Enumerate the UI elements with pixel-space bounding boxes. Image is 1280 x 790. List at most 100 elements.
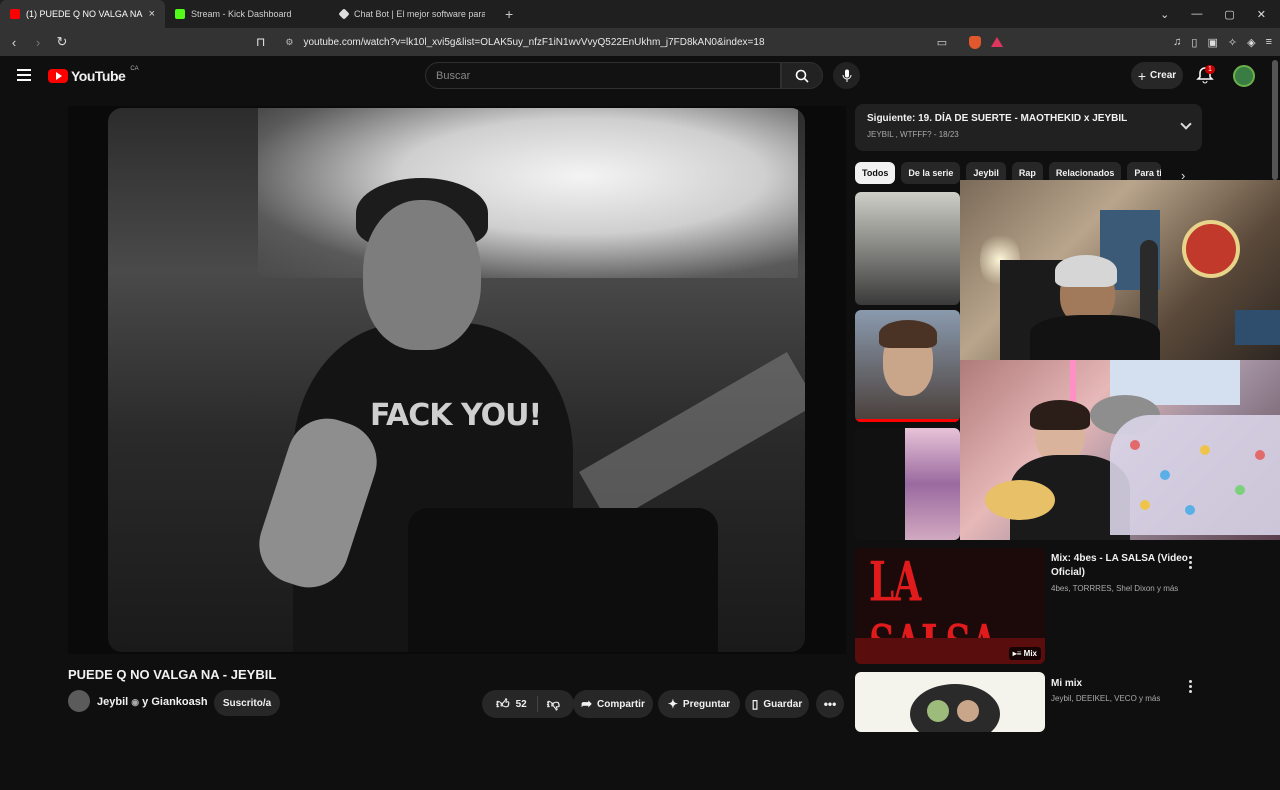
list-item[interactable]: LA SALSA ▸≡ Mix Mix: 4bes - LA SALSA (Vi… [855,548,1280,666]
leo-icon[interactable]: ✧ [1228,36,1237,49]
mix-thumbnail[interactable] [855,672,1045,732]
mix-badge: ▸≡ Mix [1008,647,1041,660]
video-title: PUEDE Q NO VALGA NA - JEYBIL [68,667,277,682]
search-placeholder: Buscar [436,69,471,82]
dot [1140,500,1150,510]
tab-kick-dashboard[interactable]: Stream - Kick Dashboard [165,0,330,28]
video-frame[interactable]: FACK YOU! [108,108,805,652]
address-bar[interactable]: ⊓ ⚙ youtube.com/watch?v=lk10l_xvi5g&list… [256,31,916,53]
url-text[interactable]: youtube.com/watch?v=lk10l_xvi5g&list=OLA… [303,37,764,48]
person-head [363,200,481,350]
playlist-icon: ▸≡ [1012,649,1024,658]
playlist-next-card[interactable]: Siguiente: 19. DÍA DE SUERTE - MAOTHEKID… [855,104,1202,151]
create-label: Crear [1150,70,1177,81]
channel-avatar[interactable] [68,690,90,712]
streamer-webcam-top [960,180,1280,360]
microphone-icon [842,69,851,82]
progress-bar [855,419,960,422]
more-vertical-icon[interactable] [1189,556,1193,571]
mix-thumbnail[interactable]: LA SALSA ▸≡ Mix [855,548,1045,664]
mix-badge-text: Mix [1023,649,1037,658]
like-button[interactable]: 👍︎ 52 [496,696,538,712]
thumbnail-art [927,700,949,722]
maximize-icon[interactable]: ▢ [1224,8,1234,21]
window-controls: ⌄ — ▢ ✕ [1160,0,1280,28]
streamer-body [1030,315,1160,360]
chip-todos[interactable]: Todos [855,162,896,184]
browser-tab-bar: (1) PUEDE Q NO VALGA NA - JEYBIL × Strea… [0,0,1280,28]
bookmark-icon[interactable]: ⊓ [256,35,265,49]
search-icon [795,69,809,83]
hamburger-menu-icon[interactable] [17,69,31,84]
share-button[interactable]: ➦ Compartir [573,690,653,718]
subscribed-button[interactable]: Suscrito/a [214,690,280,716]
share-label: Compartir [597,698,645,710]
recommended-thumbnail[interactable] [855,310,960,422]
next-label: Siguiente: [867,113,916,124]
browser-extensions: ▭ ♫ ▯ ▣ ✧ ◈ ≡ [937,28,1272,56]
page-scrollbar[interactable] [1272,60,1278,180]
account-avatar[interactable] [1233,65,1255,87]
dot [1200,445,1210,455]
create-button[interactable]: + Crear [1131,62,1183,89]
tab-youtube[interactable]: (1) PUEDE Q NO VALGA NA - JEYBIL × [0,0,165,28]
verified-icon: ◉ [131,697,140,707]
dot [1160,470,1170,480]
more-vertical-icon[interactable] [1189,680,1193,695]
list-item[interactable]: Mi mix Jeybil, DEEIKEL, VECO y más [855,672,1280,790]
polka-dot-blanket [1110,415,1280,535]
save-button[interactable]: ▯ Guardar [745,690,809,718]
sparkle-icon: ✦ [667,697,678,711]
monitor [1235,310,1280,345]
mix-title[interactable]: Mi mix [1051,677,1211,691]
foreground-object [408,508,718,652]
chip-de-la-serie[interactable]: De la serie [901,162,961,184]
tab-chat-bot[interactable]: Chat Bot | El mejor software para po [330,0,495,28]
shirt-print: FACK YOU! [370,398,542,433]
browser-toolbar: ‹ › ↻ ⊓ ⚙ youtube.com/watch?v=lk10l_xvi5… [0,28,1280,56]
voice-search-button[interactable] [833,62,860,89]
railing [579,352,805,524]
thumbnail-art [957,700,979,722]
search-button[interactable] [781,62,823,89]
mix-title[interactable]: Mix: 4bes - LA SALSA (Video Oficial) [1051,552,1211,580]
menu-icon[interactable]: ≡ [1266,36,1272,48]
ask-button[interactable]: ✦ Preguntar [658,690,740,718]
more-actions-button[interactable]: ••• [816,690,844,718]
site-info-icon[interactable]: ⚙ [285,37,293,48]
dot [1255,450,1265,460]
minimize-icon[interactable]: — [1191,8,1202,20]
mix-subtitle: 4bes, TORRRES, Shel Dixon y más [1051,584,1179,593]
new-tab-button[interactable]: + [495,6,523,22]
tab-list-chevron-icon[interactable]: ⌄ [1160,8,1169,21]
reload-icon[interactable]: ↻ [52,34,72,50]
youtube-logo[interactable]: YouTube CA [48,66,139,84]
recommended-thumbnail[interactable] [855,192,960,305]
more-horizontal-icon: ••• [823,697,837,711]
search-input[interactable]: Buscar [425,62,781,89]
playlist-subtitle: JEYBIL , WTFFF? - 18/23 [867,130,959,139]
kick-favicon-icon [175,9,185,19]
wallet-icon[interactable]: ▣ [1207,36,1217,49]
save-label: Guardar [763,698,803,710]
tab-title: Chat Bot | El mejor software para po [354,9,485,19]
sidebar-icon[interactable]: ▯ [1191,36,1197,49]
vpn-icon[interactable]: ◈ [1247,36,1255,49]
ask-label: Preguntar [682,698,731,710]
dislike-button[interactable]: 👎︎ [543,696,560,712]
logo-text: YouTube [71,68,126,84]
tab-title: Stream - Kick Dashboard [191,9,292,19]
forward-icon[interactable]: › [28,35,48,50]
close-tab-icon[interactable]: × [149,8,155,20]
brave-rewards-icon[interactable] [991,37,1004,47]
dot [1235,485,1245,495]
media-icon[interactable]: ♫ [1173,36,1181,48]
dot [1185,505,1195,515]
close-window-icon[interactable]: ✕ [1257,8,1266,21]
back-icon[interactable]: ‹ [4,35,24,50]
like-dislike-group: 👍︎ 52 👎︎ [482,690,574,718]
recommended-thumbnail[interactable] [855,428,960,540]
channel-name[interactable]: Jeybil ◉ y Giankoash [97,696,208,708]
brave-shield-icon[interactable] [969,35,982,49]
cast-icon[interactable]: ▭ [937,36,947,49]
